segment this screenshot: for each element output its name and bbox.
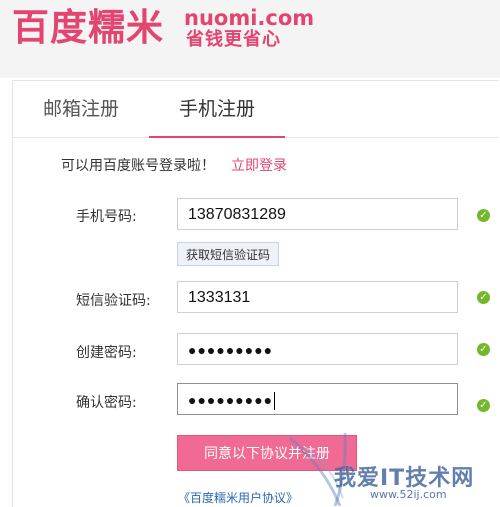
- text-caret: [274, 392, 276, 411]
- tab-email-register[interactable]: 邮箱注册: [13, 81, 149, 137]
- sms-code-valid-check-icon: ✓: [477, 291, 490, 304]
- password-label: 创建密码:: [76, 345, 137, 361]
- phone-input[interactable]: 13870831289: [177, 198, 458, 230]
- watermark-url: www.52ij.com: [370, 488, 447, 501]
- confirm-password-value: ●●●●●●●●●: [188, 392, 274, 408]
- login-now-link[interactable]: 立即登录: [231, 155, 287, 175]
- active-tab-indicator: [149, 136, 285, 138]
- user-agreement-link[interactable]: 《百度糯米用户协议》: [178, 489, 298, 506]
- agree-and-register-button[interactable]: 同意以下协议并注册: [177, 435, 357, 471]
- tab-phone-register-label: 手机注册: [178, 98, 255, 120]
- confirm-password-input[interactable]: ●●●●●●●●●: [177, 383, 458, 415]
- tab-phone-register[interactable]: 手机注册: [149, 81, 285, 138]
- site-header: 百度糯米 nuomi.com 省钱更省心: [0, 0, 500, 78]
- phone-valid-check-icon: ✓: [477, 209, 490, 222]
- confirm-password-label: 确认密码:: [76, 395, 137, 411]
- phone-label: 手机号码:: [76, 209, 137, 225]
- brand-logo[interactable]: 百度糯米: [12, 6, 164, 50]
- brand-domain: nuomi.com: [184, 6, 315, 30]
- register-tabs: 邮箱注册 手机注册: [13, 81, 499, 138]
- sms-code-input[interactable]: 1333131: [177, 281, 458, 313]
- confirm-password-valid-check-icon: ✓: [477, 399, 490, 412]
- login-prompt: 可以用百度账号登录啦！: [61, 158, 215, 174]
- password-valid-check-icon: ✓: [477, 343, 490, 356]
- get-sms-code-button[interactable]: 获取短信验证码: [177, 242, 279, 266]
- brand-slogan: 省钱更省心: [186, 29, 281, 50]
- sms-code-label: 短信验证码:: [76, 293, 151, 309]
- password-input[interactable]: ●●●●●●●●●: [177, 333, 458, 365]
